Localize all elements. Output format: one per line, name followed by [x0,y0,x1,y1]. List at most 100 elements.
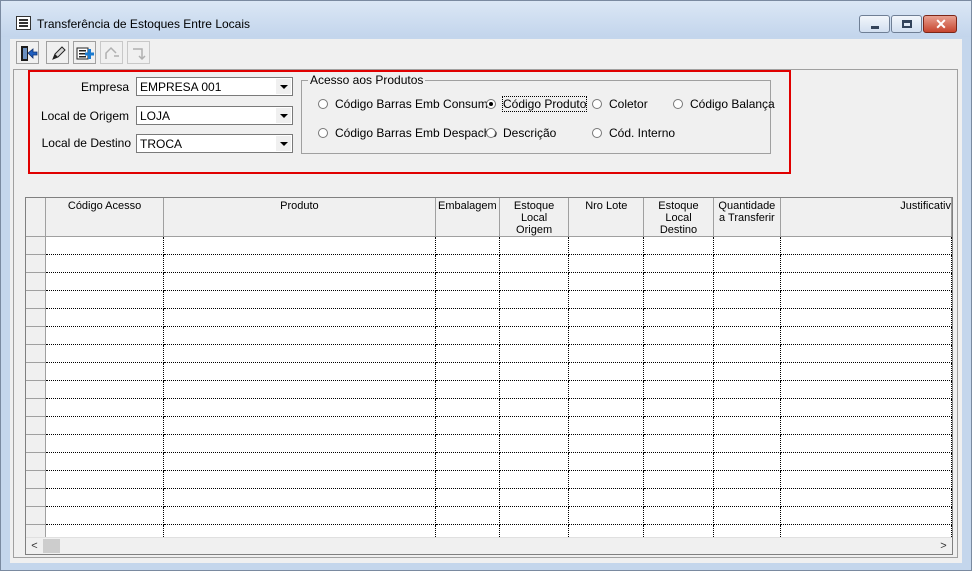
grid-cell[interactable] [435,470,500,489]
grid-cell[interactable] [435,362,500,381]
grid-cell[interactable] [45,344,164,363]
table-row[interactable] [26,506,952,525]
grid-cell[interactable] [713,380,781,399]
grid-cell[interactable] [435,344,500,363]
col-header-estoque-destino[interactable]: Estoque Local Destino [643,198,714,237]
grid-cell[interactable] [499,470,570,489]
grid-cell[interactable] [435,398,500,417]
chevron-down-icon[interactable] [276,79,291,94]
grid-cell[interactable] [568,326,645,345]
grid-cell[interactable] [780,506,952,525]
grid-cell[interactable] [163,326,436,345]
grid-cell[interactable] [163,470,436,489]
grid-cell[interactable] [643,254,714,273]
col-header-nro-lote[interactable]: Nro Lote [568,198,645,237]
grid-cell[interactable] [45,434,164,453]
grid-cell[interactable] [568,488,645,507]
grid-cell[interactable] [713,290,781,309]
grid-cell[interactable] [713,362,781,381]
col-header-codigo-acesso[interactable]: Código Acesso [45,198,164,237]
grid-cell[interactable] [780,470,952,489]
grid-cell[interactable] [435,452,500,471]
grid-cell[interactable] [713,506,781,525]
grid-cell[interactable] [499,434,570,453]
table-row[interactable] [26,434,952,453]
grid-cell[interactable] [499,362,570,381]
chevron-down-icon[interactable] [276,136,291,151]
grid-cell[interactable] [45,290,164,309]
grid-cell[interactable] [713,434,781,453]
undo-button[interactable] [100,41,123,64]
grid-cell[interactable] [499,290,570,309]
table-row[interactable] [26,362,952,381]
grid-cell[interactable] [435,506,500,525]
scroll-thumb[interactable] [43,539,60,553]
grid-cell[interactable] [163,506,436,525]
grid-cell[interactable] [713,416,781,435]
grid-cell[interactable] [643,308,714,327]
grid-cell[interactable] [435,254,500,273]
grid-cell[interactable] [435,290,500,309]
grid-cell[interactable] [713,398,781,417]
grid-cell[interactable] [568,272,645,291]
grid-cell[interactable] [643,488,714,507]
grid-cell[interactable] [45,488,164,507]
grid-cell[interactable] [163,272,436,291]
transfer-grid[interactable]: Código Acesso Produto Embalagem Estoque … [25,197,953,555]
grid-cell[interactable] [499,380,570,399]
grid-cell[interactable] [163,398,436,417]
grid-cell[interactable] [163,488,436,507]
close-button[interactable]: ✕ [923,15,957,33]
grid-cell[interactable] [643,380,714,399]
table-row[interactable] [26,326,952,345]
grid-cell[interactable] [713,326,781,345]
grid-cell[interactable] [780,362,952,381]
grid-cell[interactable] [643,326,714,345]
grid-cell[interactable] [568,452,645,471]
add-item-button[interactable] [73,41,96,64]
grid-cell[interactable] [568,290,645,309]
grid-cell[interactable] [45,254,164,273]
grid-cell[interactable] [163,434,436,453]
grid-cell[interactable] [435,416,500,435]
grid-cell[interactable] [45,380,164,399]
grid-cell[interactable] [435,326,500,345]
grid-cell[interactable] [568,344,645,363]
origem-select[interactable]: LOJA [136,106,293,125]
table-row[interactable] [26,254,952,273]
grid-cell[interactable] [499,272,570,291]
grid-cell[interactable] [45,416,164,435]
scroll-left-icon[interactable]: < [26,538,43,554]
maximize-button[interactable] [891,15,922,33]
grid-cell[interactable] [713,308,781,327]
col-header-embalagem[interactable]: Embalagem [435,198,500,237]
table-row[interactable] [26,398,952,417]
table-row[interactable] [26,308,952,327]
grid-cell[interactable] [499,344,570,363]
radio-cod-interno[interactable]: Cód. Interno [592,126,675,140]
grid-cell[interactable] [45,398,164,417]
grid-cell[interactable] [499,236,570,255]
destino-select[interactable]: TROCA [136,134,293,153]
grid-cell[interactable] [713,344,781,363]
grid-cell[interactable] [780,488,952,507]
table-row[interactable] [26,488,952,507]
radio-coletor[interactable]: Coletor [592,97,648,111]
grid-cell[interactable] [163,452,436,471]
edit-button[interactable] [46,41,69,64]
grid-cell[interactable] [163,236,436,255]
table-row[interactable] [26,380,952,399]
grid-cell[interactable] [163,308,436,327]
radio-codigo-balanca[interactable]: Código Balança [673,97,775,111]
table-row[interactable] [26,470,952,489]
radio-codigo-produto[interactable]: Código Produto [486,96,588,112]
grid-cell[interactable] [713,452,781,471]
grid-cell[interactable] [780,308,952,327]
grid-cell[interactable] [568,434,645,453]
grid-cell[interactable] [780,344,952,363]
grid-cell[interactable] [643,290,714,309]
grid-cell[interactable] [499,506,570,525]
table-row[interactable] [26,236,952,255]
grid-cell[interactable] [643,362,714,381]
grid-cell[interactable] [780,290,952,309]
